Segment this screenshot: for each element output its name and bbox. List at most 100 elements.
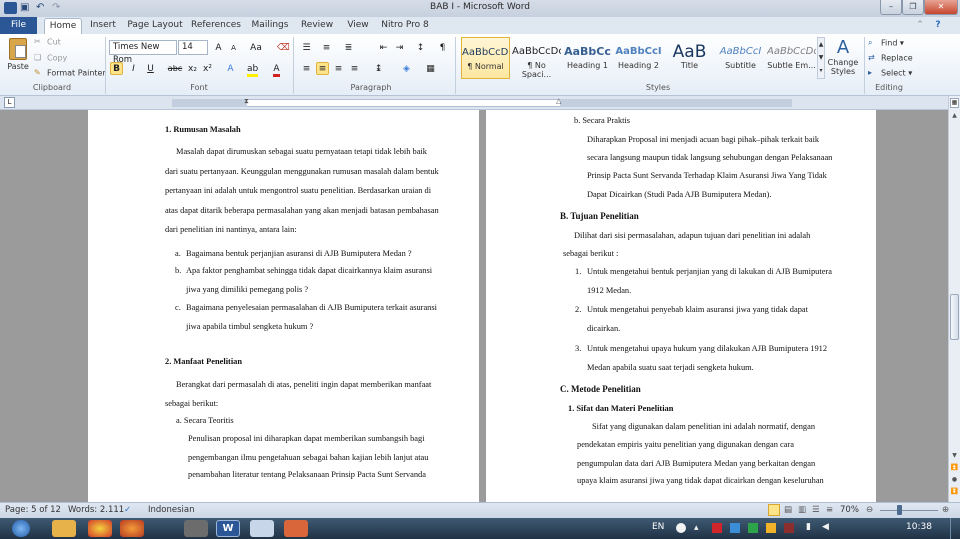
scroll-up-icon[interactable]: ▲ [950, 112, 959, 121]
scroll-down-icon[interactable]: ▼ [950, 452, 959, 461]
change-styles-button[interactable]: A Change Styles [827, 38, 859, 77]
bullets-icon[interactable]: ☰ [300, 41, 313, 54]
minimize-ribbon-icon[interactable]: ⌃ [914, 18, 926, 34]
font-color-icon[interactable]: A [270, 62, 283, 77]
justify-icon[interactable]: ≡ [348, 62, 361, 75]
superscript-button[interactable]: x² [201, 62, 214, 75]
tray-icon[interactable] [730, 523, 740, 533]
minimize-button[interactable]: – [880, 0, 902, 15]
browse-object-icon[interactable]: ● [950, 476, 959, 485]
grow-font-icon[interactable]: A [212, 41, 225, 54]
tray-icon[interactable] [712, 523, 722, 533]
app-icon[interactable] [250, 520, 274, 537]
borders-icon[interactable]: ▦ [424, 62, 437, 75]
scroll-thumb[interactable] [950, 294, 959, 340]
media-icon[interactable] [184, 520, 208, 537]
find-button[interactable]: ⌕ Find ▾ [868, 38, 904, 48]
font-name-field[interactable]: Times New Rom [109, 40, 177, 65]
language-indicator[interactable]: Indonesian [148, 505, 195, 515]
help-icon[interactable]: ? [930, 18, 946, 34]
strikethrough-button[interactable]: abc [166, 62, 184, 75]
tab-file[interactable]: File [0, 17, 37, 34]
outline-icon[interactable]: ☰ [812, 505, 820, 515]
ruler-toggle-icon[interactable]: ▦ [950, 98, 959, 108]
align-left-icon[interactable]: ≡ [300, 62, 313, 75]
style-normal[interactable]: AaBbCcDc ¶ Normal [461, 37, 510, 79]
multilevel-list-icon[interactable]: ≣ [342, 41, 355, 54]
full-screen-reading-icon[interactable]: ▤ [784, 505, 792, 515]
show-desktop-button[interactable] [950, 518, 960, 539]
word-taskbar-icon[interactable]: W [216, 520, 240, 537]
show-marks-icon[interactable]: ¶ [436, 41, 449, 54]
page[interactable]: b. Secara Praktis Diharapkan Proposal in… [486, 110, 876, 502]
replace-button[interactable]: ⇄ Replace [868, 53, 913, 63]
zoom-out-icon[interactable]: ⊖ [866, 505, 873, 515]
underline-button[interactable]: U [144, 62, 157, 75]
tab-selector-icon[interactable]: L [4, 97, 15, 108]
next-page-icon[interactable]: ⏬ [950, 488, 959, 497]
tab-insert[interactable]: Insert [86, 18, 120, 34]
tray-icon[interactable] [766, 523, 776, 533]
volume-icon[interactable]: ◀ [822, 522, 829, 532]
page-count[interactable]: Page: 5 of 12 [5, 505, 61, 515]
tab-home[interactable]: Home [44, 18, 82, 34]
zoom-in-icon[interactable]: ⊕ [942, 505, 949, 515]
tray-icon[interactable] [748, 523, 758, 533]
style-subtitle[interactable]: AaBbCcI Subtitle [716, 37, 765, 79]
explorer-icon[interactable] [52, 520, 76, 537]
format-painter-button[interactable]: ✎ Format Painter [34, 68, 106, 78]
indent-marker-icon[interactable]: ⧗ [244, 97, 249, 106]
network-icon[interactable]: ▮ [806, 522, 811, 532]
firefox-icon[interactable] [120, 520, 144, 537]
clear-formatting-icon[interactable]: ⌫ [276, 41, 290, 54]
tray-icon[interactable]: ▴ [694, 523, 699, 533]
document-area[interactable]: 1. Rumusan Masalah Masalah dapat dirumus… [0, 110, 948, 502]
text-effects-icon[interactable]: A [224, 62, 237, 75]
align-right-icon[interactable]: ≡ [332, 62, 345, 75]
tab-mailings[interactable]: Mailings [248, 18, 292, 34]
word-count[interactable]: Words: 2.111 [68, 505, 124, 515]
style-no-spacing[interactable]: AaBbCcDc ¶ No Spaci... [512, 37, 561, 79]
right-indent-marker-icon[interactable]: △ [556, 97, 561, 105]
align-center-icon[interactable]: ≡ [316, 62, 329, 75]
italic-button[interactable]: I [127, 62, 140, 75]
numbering-icon[interactable]: ≡ [320, 41, 333, 54]
style-subtle-emphasis[interactable]: AaBbCcDc Subtle Em... [767, 37, 816, 79]
decrease-indent-icon[interactable]: ⇤ [377, 41, 390, 54]
style-heading-2[interactable]: AaBbCcI Heading 2 [614, 37, 663, 79]
app-icon[interactable] [284, 520, 308, 537]
highlight-icon[interactable]: ab [246, 62, 259, 77]
change-case-icon[interactable]: Aa [247, 41, 265, 54]
shading-icon[interactable]: ◈ [400, 62, 413, 75]
zoom-level[interactable]: 70% [840, 505, 859, 515]
paste-button[interactable]: Paste [4, 36, 32, 80]
tab-nitro[interactable]: Nitro Pro 8 [380, 18, 430, 34]
increase-indent-icon[interactable]: ⇥ [393, 41, 406, 54]
style-title[interactable]: AaB Title [665, 37, 714, 79]
tab-view[interactable]: View [342, 18, 374, 34]
clock[interactable]: 10:38 [906, 522, 932, 532]
zoom-slider-thumb[interactable] [897, 505, 902, 515]
tab-page-layout[interactable]: Page Layout [126, 18, 184, 34]
tab-review[interactable]: Review [298, 18, 336, 34]
bold-button[interactable]: B [110, 62, 123, 75]
maximize-button[interactable]: ❐ [902, 0, 924, 15]
style-heading-1[interactable]: AaBbCc Heading 1 [563, 37, 612, 79]
proofing-icon[interactable]: ✓ [124, 505, 131, 515]
page[interactable]: 1. Rumusan Masalah Masalah dapat dirumus… [88, 110, 479, 502]
select-button[interactable]: ▸ Select ▾ [868, 68, 912, 78]
web-layout-icon[interactable]: ▥ [798, 505, 806, 515]
tab-references[interactable]: References [190, 18, 242, 34]
input-language[interactable]: EN [652, 522, 664, 532]
shrink-font-icon[interactable]: A [227, 41, 240, 54]
tray-icon[interactable] [676, 523, 686, 533]
styles-scroll[interactable]: ▲ ▼ ▾ [817, 37, 825, 79]
cut-button[interactable]: ✂ Cut [34, 37, 61, 47]
draft-icon[interactable]: ≡ [826, 505, 833, 515]
close-button[interactable]: ✕ [924, 0, 958, 15]
sort-icon[interactable]: ↕ [414, 41, 427, 54]
copy-button[interactable]: ❏ Copy [34, 53, 67, 63]
line-spacing-icon[interactable]: ↨ [372, 62, 385, 75]
zoom-slider[interactable] [880, 510, 938, 511]
horizontal-ruler[interactable]: L ⧗ △ [0, 96, 960, 110]
